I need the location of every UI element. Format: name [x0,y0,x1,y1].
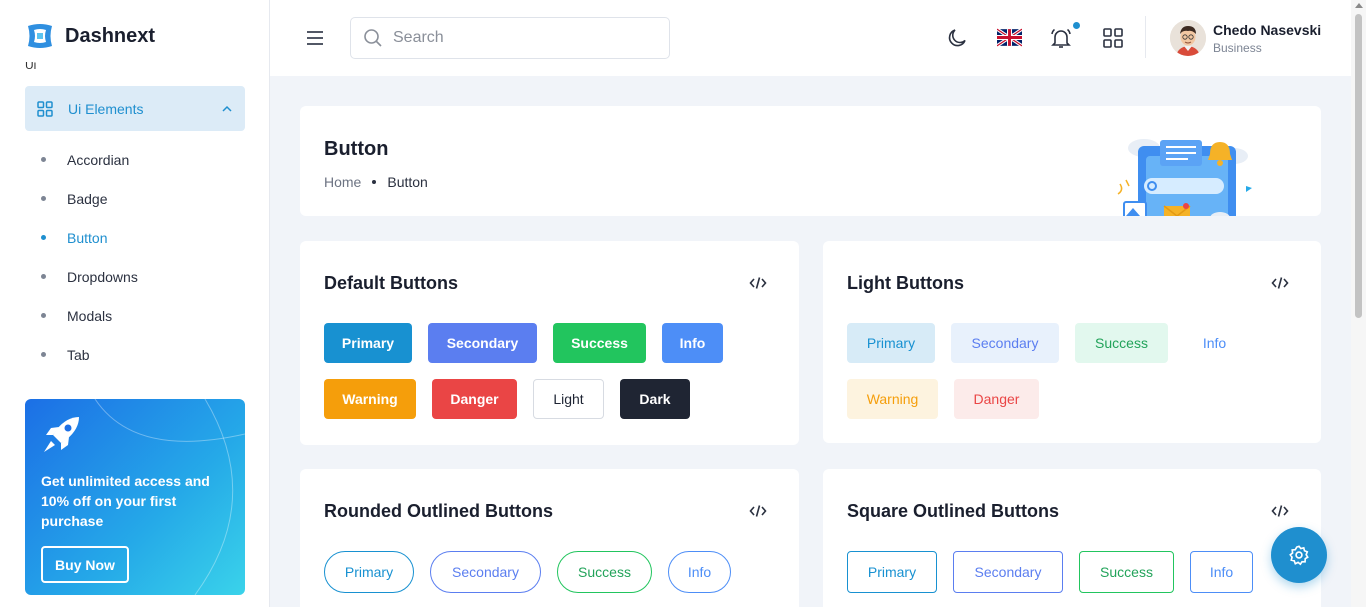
promo-text: Get unlimited access and 10% off on your… [41,473,210,529]
sidebar-submenu: Accordian Badge Button Dropdowns Modals … [25,140,245,374]
promo-card: Get unlimited access and 10% off on your… [25,399,245,595]
sidebar-item-accordian[interactable]: Accordian [25,140,245,179]
sidebar-item-label: Modals [67,307,113,324]
search-box[interactable] [350,17,670,59]
gear-icon [1289,545,1309,566]
header-divider [1145,16,1146,58]
brand-name: Dashnext [65,24,156,47]
light-buttons-card: Light Buttons Primary Secondary Success … [823,241,1321,443]
light-button[interactable]: Light [533,379,604,419]
buy-now-button[interactable]: Buy Now [41,546,129,583]
user-role: Business [1213,41,1262,55]
bullet-icon [41,157,46,162]
avatar[interactable] [1170,20,1206,56]
card-title: Rounded Outlined Buttons [324,501,553,521]
primary-button[interactable]: Primary [324,323,412,363]
scrollbar-thumb[interactable] [1355,14,1362,318]
search-input[interactable] [393,29,653,47]
sidebar-item-button[interactable]: Button [25,218,245,257]
breadcrumb-home[interactable]: Home [324,174,361,190]
light-success-button[interactable]: Success [1075,323,1168,363]
sidebar-group-label: Ui Elements [68,100,144,117]
light-warning-button[interactable]: Warning [847,379,938,419]
bullet-icon [41,352,46,357]
scroll-up-arrow-icon[interactable] [1355,3,1363,8]
bell-icon[interactable] [1049,26,1073,50]
outline-success-button[interactable]: Success [557,551,652,593]
bullet-icon [41,274,46,279]
dashnext-logo-icon [28,24,52,48]
rounded-outlined-buttons-card: Rounded Outlined Buttons Primary Seconda… [300,469,799,607]
breadcrumb: Home Button [324,174,428,190]
sidebar-item-label: Dropdowns [67,268,138,285]
light-info-button[interactable]: Info [1184,323,1245,363]
sidebar-item-label: Tab [67,346,90,363]
square-outlined-buttons-card: Square Outlined Buttons Primary Secondar… [823,469,1321,607]
brand[interactable]: Dashnext [0,0,269,72]
top-header: Chedo Nasevski Business [270,0,1351,76]
card-title: Light Buttons [847,273,964,293]
clipped-section-label: Ui [25,62,37,72]
sidebar-item-modals[interactable]: Modals [25,296,245,335]
card-title: Default Buttons [324,273,458,293]
code-icon[interactable] [749,502,767,520]
user-name[interactable]: Chedo Nasevski [1213,22,1321,38]
success-button[interactable]: Success [553,323,646,363]
bullet-icon [41,235,46,240]
code-icon[interactable] [1271,274,1289,292]
outline-secondary-button[interactable]: Secondary [430,551,541,593]
page-title: Button [324,138,389,160]
notification-badge [1073,22,1080,29]
apps-grid-icon[interactable] [1101,26,1125,50]
light-danger-button[interactable]: Danger [954,379,1039,419]
outline-info-button[interactable]: Info [668,551,731,593]
page-header-card: Button Home Button [300,106,1321,216]
square-secondary-button[interactable]: Secondary [953,551,1063,593]
sidebar-item-label: Badge [67,190,108,207]
light-primary-button[interactable]: Primary [847,323,935,363]
square-info-button[interactable]: Info [1190,551,1253,593]
rocket-icon [44,417,79,452]
user-avatar-icon [1170,20,1206,56]
notification-illustration-icon [1117,139,1252,216]
dark-button[interactable]: Dark [620,379,690,419]
sidebar: Dashnext Ui Ui Elements Accordian Badge … [0,0,270,607]
breadcrumb-current: Button [387,174,428,190]
danger-button[interactable]: Danger [432,379,517,419]
square-primary-button[interactable]: Primary [847,551,937,593]
warning-button[interactable]: Warning [324,379,416,419]
bullet-icon [41,313,46,318]
info-button[interactable]: Info [662,323,723,363]
sidebar-item-label: Accordian [67,151,130,168]
default-buttons-card: Default Buttons Primary Secondary Succes… [300,241,799,445]
uk-flag-icon[interactable] [997,28,1022,47]
moon-icon[interactable] [945,26,969,50]
outline-primary-button[interactable]: Primary [324,551,414,593]
square-success-button[interactable]: Success [1079,551,1174,593]
sidebar-item-dropdowns[interactable]: Dropdowns [25,257,245,296]
chevron-up-icon [222,105,232,112]
sidebar-group-ui-elements[interactable]: Ui Elements [25,86,245,131]
page-scrollbar[interactable] [1351,0,1366,607]
secondary-button[interactable]: Secondary [428,323,537,363]
sidebar-item-label: Button [67,229,108,246]
search-icon [364,29,382,47]
code-icon[interactable] [749,274,767,292]
light-secondary-button[interactable]: Secondary [951,323,1059,363]
code-icon[interactable] [1271,502,1289,520]
sidebar-item-badge[interactable]: Badge [25,179,245,218]
bullet-icon [41,196,46,201]
sidebar-item-tab[interactable]: Tab [25,335,245,374]
card-title: Square Outlined Buttons [847,501,1060,521]
breadcrumb-separator [372,180,377,184]
grid-icon [37,100,53,117]
settings-button[interactable] [1271,527,1327,583]
menu-icon[interactable] [306,28,324,48]
